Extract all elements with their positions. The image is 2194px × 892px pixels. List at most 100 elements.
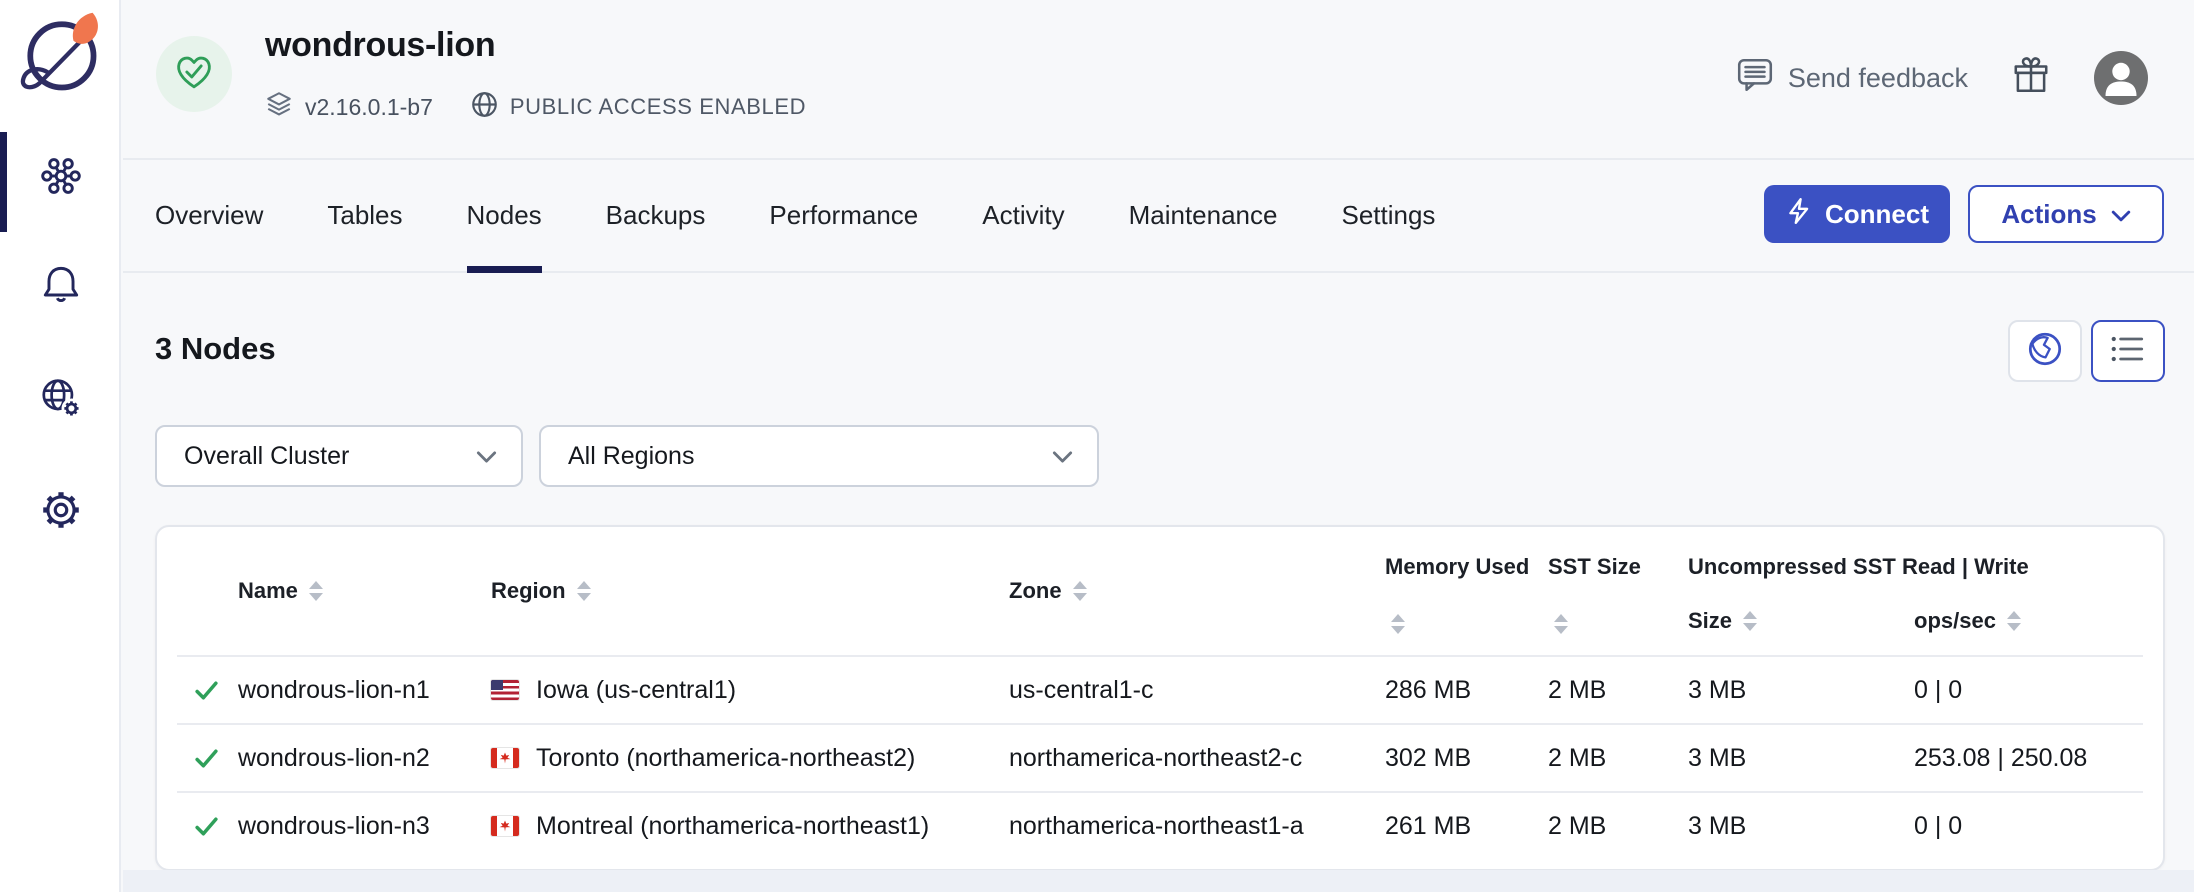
- sort-by-ops[interactable]: ops/sec: [1914, 608, 2163, 634]
- table-header-row: Name Region Zone: [157, 527, 2163, 655]
- tab-maintenance[interactable]: Maintenance: [1129, 160, 1278, 271]
- layers-icon: [265, 90, 293, 124]
- memory-used-column-label: Memory Used: [1385, 554, 1548, 580]
- cluster-hub-icon: [38, 153, 84, 204]
- region-flag-icon: [491, 748, 519, 768]
- nodes-table-card: Name Region Zone: [155, 525, 2165, 871]
- sst-size-cell: 2 MB: [1548, 812, 1688, 841]
- actions-button[interactable]: Actions: [1968, 185, 2164, 243]
- list-view-toggle[interactable]: [2091, 320, 2165, 382]
- send-feedback-button[interactable]: Send feedback: [1735, 55, 1968, 102]
- table-row: wondrous-lion-n3 Montreal (northamerica-…: [157, 793, 2163, 859]
- globe-map-icon: [2024, 328, 2066, 375]
- sort-by-zone[interactable]: Zone: [1009, 578, 1087, 604]
- sort-by-region[interactable]: Region: [491, 578, 591, 604]
- health-status-badge: [156, 36, 232, 112]
- sort-icon: [1743, 611, 1757, 631]
- sort-by-name[interactable]: Name: [238, 578, 323, 604]
- cluster-header: wondrous-lion v2.16.0.1-b7: [123, 0, 2194, 160]
- chevron-down-icon: [476, 442, 497, 471]
- memory-used-cell: 302 MB: [1385, 744, 1548, 773]
- sidebar: [0, 0, 121, 892]
- bell-icon: [38, 260, 84, 311]
- connect-button[interactable]: Connect: [1764, 185, 1950, 243]
- tab-overview[interactable]: Overview: [155, 160, 263, 271]
- cluster-name-title: wondrous-lion: [265, 26, 495, 65]
- sort-by-uncompressed-size[interactable]: Size: [1688, 608, 1914, 634]
- node-region-cell: Montreal (northamerica-northeast1): [536, 812, 929, 841]
- cluster-scope-select[interactable]: Overall Cluster: [155, 425, 523, 487]
- memory-used-cell: 261 MB: [1385, 812, 1548, 841]
- sort-icon: [1073, 581, 1087, 601]
- size-column-label: Size: [1688, 608, 1732, 634]
- gift-button[interactable]: [2010, 55, 2052, 102]
- view-toggle-group: [2008, 320, 2165, 382]
- read-write-ops-cell: 253.08 | 250.08: [1914, 744, 2163, 773]
- region-column-label: Region: [491, 578, 566, 604]
- node-zone-cell: us-central1-c: [1009, 676, 1385, 705]
- tab-activity[interactable]: Activity: [982, 160, 1064, 271]
- sort-icon: [1554, 614, 1688, 634]
- sidebar-item-alerts[interactable]: [0, 237, 121, 333]
- lightning-icon: [1785, 197, 1813, 232]
- tab-nodes[interactable]: Nodes: [467, 160, 542, 271]
- sst-size-column-label: SST Size: [1548, 554, 1688, 580]
- uncompressed-size-cell: 3 MB: [1688, 812, 1914, 841]
- version-label: v2.16.0.1-b7: [305, 94, 433, 121]
- tab-settings[interactable]: Settings: [1341, 160, 1435, 271]
- region-flag-icon: [491, 816, 519, 836]
- node-name-cell: wondrous-lion-n3: [238, 812, 491, 841]
- node-status-icon: [157, 745, 238, 772]
- node-zone-cell: northamerica-northeast2-c: [1009, 744, 1385, 773]
- app-root: wondrous-lion v2.16.0.1-b7: [0, 0, 2194, 892]
- node-status-icon: [157, 677, 238, 704]
- sidebar-item-network[interactable]: [0, 352, 121, 448]
- node-status-icon: [157, 813, 238, 840]
- tab-backups[interactable]: Backups: [606, 160, 706, 271]
- node-name-cell: wondrous-lion-n1: [238, 676, 491, 705]
- sst-size-cell: 2 MB: [1548, 676, 1688, 705]
- globe-gear-icon: [37, 374, 85, 427]
- memory-used-cell: 286 MB: [1385, 676, 1548, 705]
- zone-column-label: Zone: [1009, 578, 1062, 604]
- nodes-count-title: 3 Nodes: [155, 331, 276, 367]
- uncompressed-group-header: Uncompressed SST Read | Write Size o: [1688, 527, 2163, 655]
- nodes-content: 3 Nodes: [123, 273, 2194, 892]
- cluster-meta-row: v2.16.0.1-b7 PUBLIC ACCESS ENABLED: [265, 90, 806, 124]
- table-row: wondrous-lion-n2 Toronto (northamerica-n…: [157, 725, 2163, 791]
- tab-tables[interactable]: Tables: [327, 160, 402, 271]
- sort-by-sst-size[interactable]: SST Size: [1548, 527, 1688, 655]
- public-access-label: PUBLIC ACCESS ENABLED: [510, 94, 806, 120]
- sst-size-cell: 2 MB: [1548, 744, 1688, 773]
- uncompressed-size-cell: 3 MB: [1688, 744, 1914, 773]
- user-avatar[interactable]: [2094, 51, 2148, 105]
- node-zone-cell: northamerica-northeast1-a: [1009, 812, 1385, 841]
- uncompressed-group-label: Uncompressed SST Read | Write: [1688, 554, 2163, 580]
- planet-logo-icon[interactable]: [12, 8, 108, 100]
- filters-row: Overall Cluster All Regions: [155, 425, 1099, 487]
- main-area: wondrous-lion v2.16.0.1-b7: [123, 0, 2194, 892]
- uncompressed-size-cell: 3 MB: [1688, 676, 1914, 705]
- sidebar-item-clusters[interactable]: [0, 130, 121, 226]
- tab-performance[interactable]: Performance: [769, 160, 918, 271]
- name-column-label: Name: [238, 578, 298, 604]
- heart-check-icon: [172, 50, 216, 99]
- header-actions: Send feedback: [1735, 50, 2148, 106]
- region-select[interactable]: All Regions: [539, 425, 1099, 487]
- region-flag-icon: [491, 680, 519, 700]
- connect-label: Connect: [1825, 199, 1929, 230]
- node-region-cell: Iowa (us-central1): [536, 676, 736, 705]
- actions-label: Actions: [2001, 199, 2096, 230]
- public-globe-icon: [471, 91, 498, 124]
- gift-icon: [2010, 55, 2052, 102]
- chevron-down-icon: [1052, 442, 1073, 471]
- page-bottom-strip: [123, 870, 2194, 892]
- gear-icon: [38, 487, 84, 538]
- sidebar-item-settings[interactable]: [0, 464, 121, 560]
- sort-icon: [577, 581, 591, 601]
- sort-icon: [309, 581, 323, 601]
- map-view-toggle[interactable]: [2008, 320, 2082, 382]
- sort-by-memory[interactable]: Memory Used: [1385, 527, 1548, 655]
- send-feedback-label: Send feedback: [1788, 63, 1968, 94]
- read-write-ops-cell: 0 | 0: [1914, 812, 2163, 841]
